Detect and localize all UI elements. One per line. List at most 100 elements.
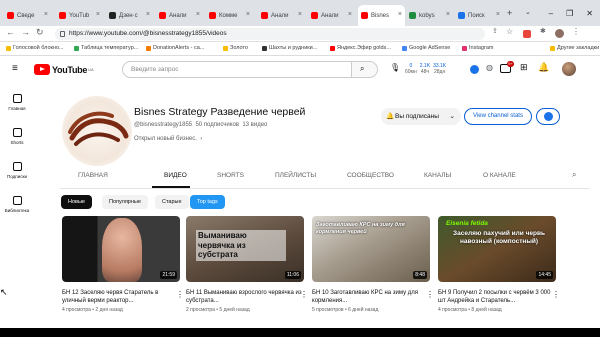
extension-stats-icon[interactable] [470,65,479,74]
video-menu-icon[interactable]: ⋮ [300,290,308,299]
browser-tab[interactable]: Анали × [308,5,355,26]
filter-chip[interactable]: Популярные [102,195,148,209]
channel-tab[interactable]: КАНАЛЫ [424,172,451,179]
bookmark-star-icon[interactable]: ☆ [506,27,513,36]
sidebar-item[interactable]: Shorts [0,128,34,145]
reload-icon[interactable]: ↻ [36,27,44,38]
video-menu-icon[interactable]: ⋮ [552,290,560,299]
bookmark-item[interactable]: Шахты и рудники... [262,45,317,51]
close-tab-icon[interactable]: × [446,11,450,18]
extension-stats-icon [544,112,553,121]
video-title[interactable]: БН 12 Заселяю червя Старатель в уличный … [62,289,180,305]
thumbnail-caption: Заселяю пахучий или червь навозный (комп… [453,230,545,245]
url-field[interactable]: https://www.youtube.com/@bisnesstrategy1… [55,28,485,40]
channel-tab[interactable]: SHORTS [217,172,244,179]
bookmark-item[interactable]: Таблица температур... [74,45,138,51]
extensions-puzzle-icon[interactable]: ✱ [540,27,546,35]
video-card[interactable]: Eisenia fetida Заселяю пахучий или червь … [438,216,560,313]
notifications-bell-icon[interactable]: 🔔 [538,62,549,73]
video-card[interactable]: Заготавливаю КРС на зиму для кормления ч… [312,216,434,313]
close-tab-icon[interactable]: × [298,11,302,18]
video-title[interactable]: БН 9 Получил 2 посылки с червём 3 000 шт… [438,289,556,305]
bookmark-item[interactable]: Голосовой блокно... [6,45,64,51]
sidebar-item[interactable]: Главная [0,94,34,111]
youtube-header: ≡ YouTube UA Введите запрос ⌕ 🎙 0 60мн 2.1K… [0,56,600,84]
channel-tab[interactable]: О КАНАЛЕ [483,172,516,179]
browser-tab[interactable]: kobys × [406,5,453,26]
close-tab-icon[interactable]: × [96,11,100,18]
close-tab-icon[interactable]: × [44,11,48,18]
channel-tab[interactable]: ПЛЕЙЛИСТЫ [275,172,316,179]
bookmark-item[interactable]: Другие закладки [550,45,599,51]
close-tab-icon[interactable]: × [196,11,200,18]
tab-search-icon[interactable]: ⌄ [525,8,531,16]
share-icon[interactable]: ⇪ [492,27,498,35]
filter-chip[interactable]: Старые [155,195,189,209]
bookmark-item[interactable]: DonationAlerts - ca... [146,45,204,51]
extension-icon[interactable] [523,30,531,38]
youtube-logo[interactable]: YouTube UA [34,64,94,75]
video-thumbnail[interactable]: 21:59 [62,216,180,282]
channel-search-icon[interactable]: ⌕ [572,170,576,180]
channel-tab[interactable]: ВИДЕО [164,172,187,179]
video-title[interactable]: БН 10 Заготавливаю КРС на зиму для кормл… [312,289,430,305]
search-button[interactable]: ⌕ [352,61,378,78]
channel-tab[interactable]: ГЛАВНАЯ [78,172,108,179]
close-tab-icon[interactable]: × [496,11,500,18]
close-window-icon[interactable]: ✕ [586,9,593,18]
bookmark-item[interactable]: Google AdSense [402,45,450,51]
close-tab-icon[interactable]: × [348,11,352,18]
browser-tab[interactable]: Анали × [156,5,203,26]
close-tab-icon[interactable]: × [146,11,150,18]
back-icon[interactable]: ← [6,27,15,37]
video-thumbnail[interactable]: Eisenia fetida Заселяю пахучий или червь … [438,216,556,282]
subscribed-button[interactable]: 🔔 Вы подписаны ⌄ [381,108,461,125]
video-thumbnail[interactable]: Заготавливаю КРС на зиму для кормления ч… [312,216,430,282]
filter-chip[interactable]: Новые [61,195,92,209]
bookmark-item[interactable]: Яндекс.Эфир golds... [330,45,391,51]
profile-avatar[interactable] [555,29,564,38]
apps-icon[interactable]: ⊞ [520,62,528,73]
microphone-icon[interactable]: 🎙 [390,63,400,72]
filter-chip[interactable]: Top tags [190,195,225,209]
video-duration: 14:45 [536,271,553,279]
channel-tab[interactable]: СООБЩЕСТВО [347,172,394,179]
search-input[interactable]: Введите запрос [122,61,352,78]
close-tab-icon[interactable]: × [398,11,402,18]
browser-tab[interactable]: Дзен·с × [106,5,153,26]
channel-description[interactable]: Открыл новый бизнес. › [134,136,202,142]
sidebar-item[interactable]: Подписки [0,162,34,179]
channel-extension-button[interactable] [536,108,560,125]
browser-tab[interactable]: Анали × [258,5,305,26]
sidebar-item[interactable]: Библиотека [0,196,34,213]
browser-tab[interactable]: Поиск × [455,5,503,26]
bookmark-item[interactable]: Instagram [462,45,493,51]
video-menu-icon[interactable]: ⋮ [426,290,434,299]
close-tab-icon[interactable]: × [246,11,250,18]
browser-tab[interactable]: Сведе × [4,5,51,26]
video-card[interactable]: 21:59 БН 12 Заселяю червя Старатель в ули… [62,216,184,313]
menu-hamburger-icon[interactable]: ≡ [12,63,18,74]
bookmark-item[interactable]: Золото [223,45,248,51]
tab-favicon-icon [59,12,66,19]
thumbnail-caption-green: Eisenia fetida [446,220,488,227]
browser-tab[interactable]: YouTub × [56,5,103,26]
video-menu-icon[interactable]: ⋮ [176,290,184,299]
channel-avatar[interactable] [62,96,132,166]
video-title[interactable]: БН 11 Выманиваю взрослого червячка из су… [186,289,304,305]
browser-tab[interactable]: Bisnes × [358,5,405,26]
video-thumbnail[interactable]: Выманиваю червячка из субстрата 11:06 [186,216,304,282]
browser-tab[interactable]: Комме × [206,5,253,26]
vidiq-icon[interactable]: ◍ [486,63,493,72]
new-tab-icon[interactable]: + [507,8,512,18]
forward-icon[interactable]: → [21,27,30,37]
maximize-icon[interactable]: ❐ [566,9,573,18]
view-channel-stats-button[interactable]: View channel stats [464,108,532,125]
video-card[interactable]: Выманиваю червячка из субстрата 11:06 БН 1… [186,216,308,313]
channel-title: Bisnes Strategy Разведение червей [134,106,306,118]
minimize-icon[interactable]: – [549,9,553,18]
browser-menu-icon[interactable]: ⋮ [572,27,580,36]
video-duration: 21:59 [160,271,177,279]
home-icon [12,94,22,103]
account-avatar[interactable] [562,62,576,76]
